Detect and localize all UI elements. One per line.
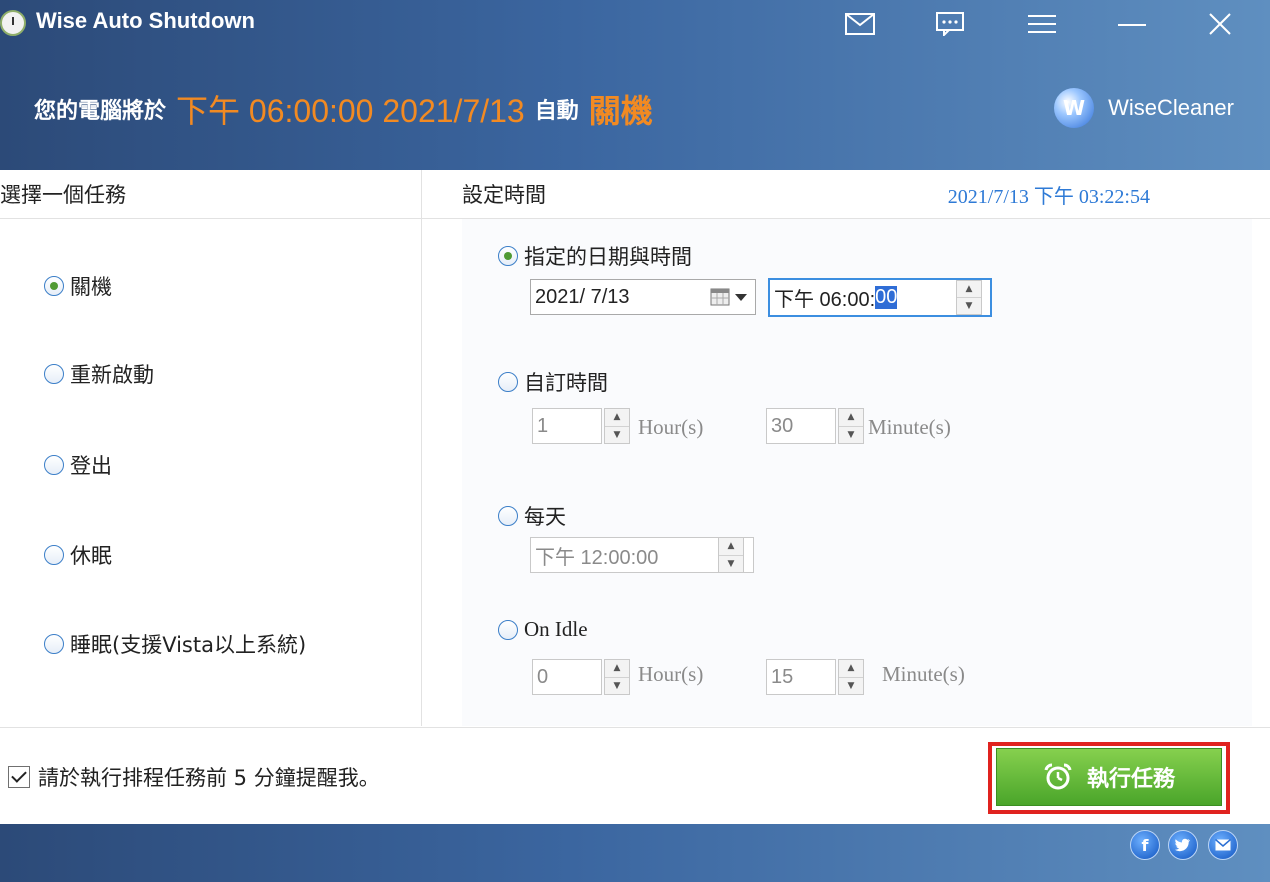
- alarm-clock-icon: [1044, 763, 1072, 790]
- spin-down-icon[interactable]: ▼: [605, 676, 629, 695]
- option-label: 自訂時間: [524, 371, 608, 395]
- radio-button[interactable]: [44, 276, 64, 296]
- idle-minutes-spinner[interactable]: ▲ ▼: [838, 659, 864, 695]
- option-label: 指定的日期與時間: [524, 245, 692, 269]
- option-daily[interactable]: 每天: [498, 501, 566, 531]
- twitter-icon[interactable]: [1168, 830, 1198, 860]
- custom-minutes-input[interactable]: 30: [766, 408, 836, 444]
- time-selected-segment: 00: [875, 286, 898, 309]
- time-spinner[interactable]: ▲ ▼: [956, 280, 982, 315]
- task-list: 關機 重新啟動 登出 休眠 睡眠(支援Vista以上系統): [0, 219, 422, 726]
- task-label: 登出: [70, 454, 112, 478]
- spin-down-icon[interactable]: ▼: [839, 676, 863, 695]
- radio-button[interactable]: [44, 364, 64, 384]
- run-task-label: 執行任務: [1086, 767, 1175, 792]
- spin-down-icon[interactable]: ▼: [839, 425, 863, 444]
- option-specific-datetime[interactable]: 指定的日期與時間: [498, 241, 692, 271]
- task-restart[interactable]: 重新啟動: [44, 359, 154, 389]
- spin-up-icon[interactable]: ▲: [957, 281, 981, 297]
- task-section-header: 選擇一個任務: [0, 170, 422, 219]
- shutdown-status: 您的電腦將於 下午 06:00:00 2021/7/13 自動 關機: [34, 86, 653, 132]
- daily-time-value: 下午 12:00:00: [535, 546, 659, 569]
- task-hibernate[interactable]: 休眠: [44, 540, 112, 570]
- radio-button[interactable]: [498, 506, 518, 526]
- idle-minutes-input[interactable]: 15: [766, 659, 836, 695]
- reminder-checkbox-row[interactable]: 請於執行排程任務前 5 分鐘提醒我。: [8, 762, 380, 792]
- header: Wise Auto Shutdown 您的電腦將於 下午 06:00:00 20…: [0, 0, 1270, 170]
- spin-down-icon[interactable]: ▼: [605, 425, 629, 444]
- bottom-bar: 請於執行排程任務前 5 分鐘提醒我。 執行任務: [0, 727, 1270, 825]
- custom-minute-unit: Minute(s): [868, 415, 951, 439]
- custom-hours-spinner[interactable]: ▲ ▼: [604, 408, 630, 444]
- task-label: 重新啟動: [70, 363, 154, 387]
- date-picker[interactable]: 2021/ 7/13: [530, 279, 756, 315]
- task-logoff[interactable]: 登出: [44, 450, 112, 480]
- spin-up-icon[interactable]: ▲: [605, 409, 629, 426]
- radio-button[interactable]: [44, 455, 64, 475]
- custom-hours-value: 1: [537, 414, 549, 437]
- run-task-button[interactable]: 執行任務: [996, 748, 1222, 806]
- app-title: Wise Auto Shutdown: [36, 8, 255, 33]
- idle-hours-input[interactable]: 0: [532, 659, 602, 695]
- time-options-area: 指定的日期與時間 2021/ 7/13 下午 06:00: 00 ▲ ▼ 自訂時間 …: [462, 219, 1252, 726]
- status-mid: 自動: [534, 99, 579, 124]
- radio-button[interactable]: [498, 372, 518, 392]
- idle-hours-spinner[interactable]: ▲ ▼: [604, 659, 630, 695]
- custom-minutes-spinner[interactable]: ▲ ▼: [838, 408, 864, 444]
- facebook-icon[interactable]: f: [1130, 830, 1160, 860]
- app-alarm-clock-icon: [0, 10, 26, 36]
- spin-up-icon[interactable]: ▲: [839, 409, 863, 426]
- status-action: 關機: [588, 92, 653, 130]
- option-custom-time[interactable]: 自訂時間: [498, 367, 608, 397]
- idle-hour-unit: Hour(s): [638, 662, 704, 686]
- task-label: 關機: [70, 275, 112, 299]
- status-prefix: 您的電腦將於: [34, 99, 167, 124]
- footer: f: [0, 824, 1270, 882]
- reminder-checkbox[interactable]: [8, 766, 30, 788]
- idle-hours-value: 0: [537, 665, 549, 688]
- brand-name: WiseCleaner: [1108, 95, 1234, 120]
- email-icon[interactable]: [1208, 830, 1238, 860]
- close-icon[interactable]: [1200, 6, 1240, 42]
- date-value: 2021/ 7/13: [535, 285, 630, 308]
- spin-down-icon[interactable]: ▼: [957, 297, 981, 314]
- spin-up-icon[interactable]: ▲: [719, 538, 743, 555]
- reminder-label: 請於執行排程任務前 5 分鐘提醒我。: [38, 766, 380, 790]
- radio-button[interactable]: [498, 619, 518, 640]
- task-section-title: 選擇一個任務: [0, 183, 126, 207]
- time-section-header: 設定時間 2021/7/13 下午 03:22:54: [422, 170, 1270, 219]
- idle-minute-unit: Minute(s): [882, 662, 965, 686]
- minimize-icon[interactable]: [1112, 6, 1152, 42]
- task-shutdown[interactable]: 關機: [44, 271, 112, 301]
- task-label: 睡眠(支援Vista以上系統): [70, 633, 307, 657]
- current-time: 2021/7/13 下午 03:22:54: [947, 185, 1150, 208]
- option-on-idle[interactable]: On Idle: [498, 617, 588, 642]
- time-value: 下午 06:00:: [774, 289, 876, 311]
- spin-up-icon[interactable]: ▲: [605, 660, 629, 677]
- option-label: 每天: [524, 505, 566, 529]
- menu-icon[interactable]: [1022, 6, 1062, 42]
- status-scheduled-time: 下午 06:00:00 2021/7/13: [176, 93, 525, 129]
- mail-icon[interactable]: [840, 6, 880, 42]
- spin-down-icon[interactable]: ▼: [719, 554, 743, 573]
- custom-minutes-value: 30: [771, 414, 794, 437]
- custom-hour-unit: Hour(s): [638, 415, 704, 439]
- daily-time-spinner[interactable]: ▲ ▼: [718, 537, 744, 573]
- wisecleaner-brand[interactable]: W WiseCleaner: [1054, 88, 1234, 128]
- feedback-icon[interactable]: [930, 6, 970, 42]
- custom-hours-input[interactable]: 1: [532, 408, 602, 444]
- time-settings-panel: 指定的日期與時間 2021/ 7/13 下午 06:00: 00 ▲ ▼ 自訂時間 …: [422, 219, 1270, 726]
- spin-up-icon[interactable]: ▲: [839, 660, 863, 677]
- idle-minutes-value: 15: [771, 665, 794, 688]
- radio-button[interactable]: [44, 634, 64, 654]
- option-label: On Idle: [524, 617, 588, 641]
- time-section-title: 設定時間: [462, 183, 546, 207]
- task-label: 休眠: [70, 544, 112, 568]
- radio-button[interactable]: [44, 545, 64, 565]
- radio-button[interactable]: [498, 246, 518, 266]
- wisecleaner-logo-icon: W: [1054, 88, 1095, 128]
- task-sleep[interactable]: 睡眠(支援Vista以上系統): [44, 629, 306, 659]
- calendar-dropdown-icon[interactable]: [709, 286, 751, 308]
